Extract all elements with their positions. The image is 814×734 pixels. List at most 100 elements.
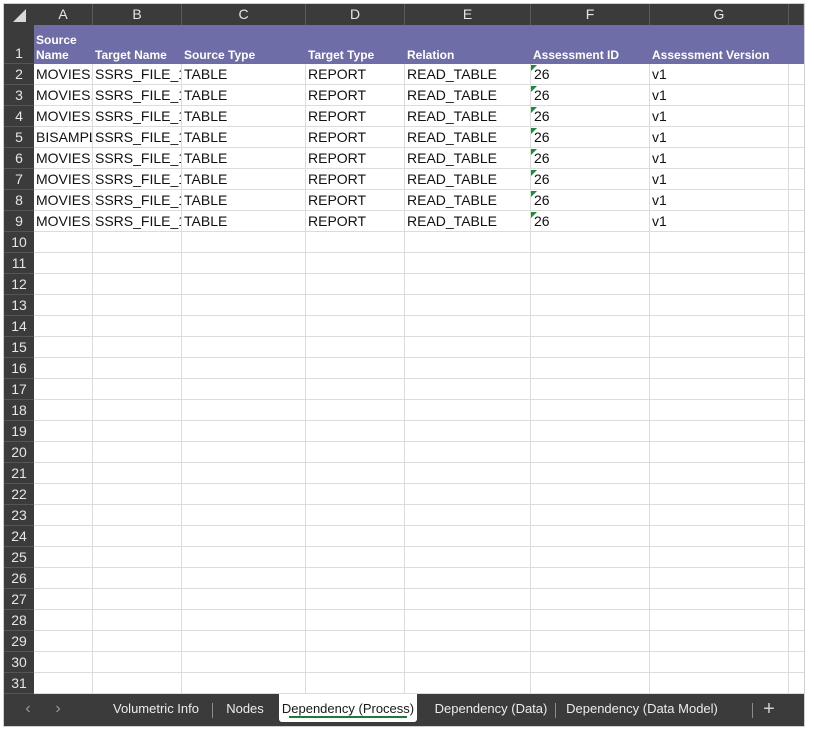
row-header-10[interactable]: 10 bbox=[4, 232, 34, 253]
cell-f5[interactable]: 26 bbox=[531, 127, 649, 148]
row-header-21[interactable]: 21 bbox=[4, 463, 34, 484]
tab-dependency-data[interactable]: Dependency (Data) bbox=[422, 694, 560, 726]
cell-f2[interactable]: 26 bbox=[531, 64, 649, 85]
cell-d4[interactable]: REPORT bbox=[306, 106, 404, 127]
row-header-14[interactable]: 14 bbox=[4, 316, 34, 337]
chevron-right-icon[interactable]: › bbox=[46, 694, 70, 726]
row-header-19[interactable]: 19 bbox=[4, 421, 34, 442]
cell-f7[interactable]: 26 bbox=[531, 169, 649, 190]
cell-f9[interactable]: 26 bbox=[531, 211, 649, 232]
row-header-30[interactable]: 30 bbox=[4, 652, 34, 673]
cell-g9[interactable]: v1 bbox=[650, 211, 788, 232]
row-header-26[interactable]: 26 bbox=[4, 568, 34, 589]
chevron-left-icon[interactable]: ‹ bbox=[16, 694, 40, 726]
cell-d8[interactable]: REPORT bbox=[306, 190, 404, 211]
cell-d6[interactable]: REPORT bbox=[306, 148, 404, 169]
cell-b7[interactable]: SSRS_FILE_1_ bbox=[93, 169, 181, 190]
row-header-28[interactable]: 28 bbox=[4, 610, 34, 631]
cell-g6[interactable]: v1 bbox=[650, 148, 788, 169]
column-header-e[interactable]: E bbox=[405, 4, 531, 25]
header-cell-a[interactable]: Source Name bbox=[34, 25, 93, 64]
row-header-7[interactable]: 7 bbox=[4, 169, 34, 190]
cell-a9[interactable]: MOVIES.D bbox=[34, 211, 92, 232]
cell-c4[interactable]: TABLE bbox=[182, 106, 305, 127]
row-header-16[interactable]: 16 bbox=[4, 358, 34, 379]
cell-c6[interactable]: TABLE bbox=[182, 148, 305, 169]
tab-volumetric-info[interactable]: Volumetric Info bbox=[102, 694, 210, 726]
cell-a4[interactable]: MOVIES.D bbox=[34, 106, 92, 127]
cell-a8[interactable]: MOVIES.D bbox=[34, 190, 92, 211]
column-header-d[interactable]: D bbox=[306, 4, 405, 25]
cell-e2[interactable]: READ_TABLE bbox=[405, 64, 530, 85]
cell-c9[interactable]: TABLE bbox=[182, 211, 305, 232]
cell-e8[interactable]: READ_TABLE bbox=[405, 190, 530, 211]
add-sheet-button[interactable]: + bbox=[756, 694, 782, 726]
cell-f8[interactable]: 26 bbox=[531, 190, 649, 211]
cell-d5[interactable]: REPORT bbox=[306, 127, 404, 148]
cell-g2[interactable]: v1 bbox=[650, 64, 788, 85]
header-cell-c[interactable]: Source Type bbox=[182, 25, 306, 64]
cell-b2[interactable]: SSRS_FILE_1_ bbox=[93, 64, 181, 85]
row-header-20[interactable]: 20 bbox=[4, 442, 34, 463]
cell-d2[interactable]: REPORT bbox=[306, 64, 404, 85]
header-cell-b[interactable]: Target Name bbox=[93, 25, 182, 64]
cell-f3[interactable]: 26 bbox=[531, 85, 649, 106]
column-header-g[interactable]: G bbox=[650, 4, 789, 25]
cell-g4[interactable]: v1 bbox=[650, 106, 788, 127]
cell-a2[interactable]: MOVIES.D bbox=[34, 64, 92, 85]
cell-b4[interactable]: SSRS_FILE_1_ bbox=[93, 106, 181, 127]
cell-b6[interactable]: SSRS_FILE_1_ bbox=[93, 148, 181, 169]
header-cell-g[interactable]: Assessment Version bbox=[650, 25, 789, 64]
row-header-22[interactable]: 22 bbox=[4, 484, 34, 505]
row-header-15[interactable]: 15 bbox=[4, 337, 34, 358]
cell-a6[interactable]: MOVIES.D bbox=[34, 148, 92, 169]
row-header-1[interactable]: 1 bbox=[4, 25, 34, 64]
cell-b3[interactable]: SSRS_FILE_1_ bbox=[93, 85, 181, 106]
row-header-24[interactable]: 24 bbox=[4, 526, 34, 547]
row-header-5[interactable]: 5 bbox=[4, 127, 34, 148]
cell-c8[interactable]: TABLE bbox=[182, 190, 305, 211]
cell-f6[interactable]: 26 bbox=[531, 148, 649, 169]
row-header-23[interactable]: 23 bbox=[4, 505, 34, 526]
row-header-9[interactable]: 9 bbox=[4, 211, 34, 232]
column-header-c[interactable]: C bbox=[182, 4, 306, 25]
cell-e3[interactable]: READ_TABLE bbox=[405, 85, 530, 106]
cell-a7[interactable]: MOVIES.D bbox=[34, 169, 92, 190]
cell-d7[interactable]: REPORT bbox=[306, 169, 404, 190]
select-all-button[interactable] bbox=[4, 4, 34, 25]
cell-a5[interactable]: BISAMPLE bbox=[34, 127, 92, 148]
row-header-13[interactable]: 13 bbox=[4, 295, 34, 316]
tab-dependency-data-model[interactable]: Dependency (Data Model) bbox=[557, 694, 727, 726]
row-header-6[interactable]: 6 bbox=[4, 148, 34, 169]
header-cell-d[interactable]: Target Type bbox=[306, 25, 405, 64]
row-header-12[interactable]: 12 bbox=[4, 274, 34, 295]
row-header-29[interactable]: 29 bbox=[4, 631, 34, 652]
header-cell-f[interactable]: Assessment ID bbox=[531, 25, 650, 64]
cell-c2[interactable]: TABLE bbox=[182, 64, 305, 85]
row-header-25[interactable]: 25 bbox=[4, 547, 34, 568]
row-header-3[interactable]: 3 bbox=[4, 85, 34, 106]
cell-e7[interactable]: READ_TABLE bbox=[405, 169, 530, 190]
row-header-11[interactable]: 11 bbox=[4, 253, 34, 274]
cell-g8[interactable]: v1 bbox=[650, 190, 788, 211]
column-header-a[interactable]: A bbox=[34, 4, 93, 25]
row-header-27[interactable]: 27 bbox=[4, 589, 34, 610]
cell-e5[interactable]: READ_TABLE bbox=[405, 127, 530, 148]
cell-g7[interactable]: v1 bbox=[650, 169, 788, 190]
cell-g5[interactable]: v1 bbox=[650, 127, 788, 148]
cell-c5[interactable]: TABLE bbox=[182, 127, 305, 148]
column-header-b[interactable]: B bbox=[93, 4, 182, 25]
tab-nodes[interactable]: Nodes bbox=[214, 694, 276, 726]
row-header-18[interactable]: 18 bbox=[4, 400, 34, 421]
cell-f4[interactable]: 26 bbox=[531, 106, 649, 127]
cell-e4[interactable]: READ_TABLE bbox=[405, 106, 530, 127]
row-header-31[interactable]: 31 bbox=[4, 673, 34, 694]
cell-b9[interactable]: SSRS_FILE_1_ bbox=[93, 211, 181, 232]
row-header-17[interactable]: 17 bbox=[4, 379, 34, 400]
row-header-2[interactable]: 2 bbox=[4, 64, 34, 85]
tab-dependency-process[interactable]: Dependency (Process) bbox=[279, 694, 417, 722]
cell-e9[interactable]: READ_TABLE bbox=[405, 211, 530, 232]
cell-b5[interactable]: SSRS_FILE_1_ bbox=[93, 127, 181, 148]
header-cell-e[interactable]: Relation bbox=[405, 25, 531, 64]
row-header-4[interactable]: 4 bbox=[4, 106, 34, 127]
